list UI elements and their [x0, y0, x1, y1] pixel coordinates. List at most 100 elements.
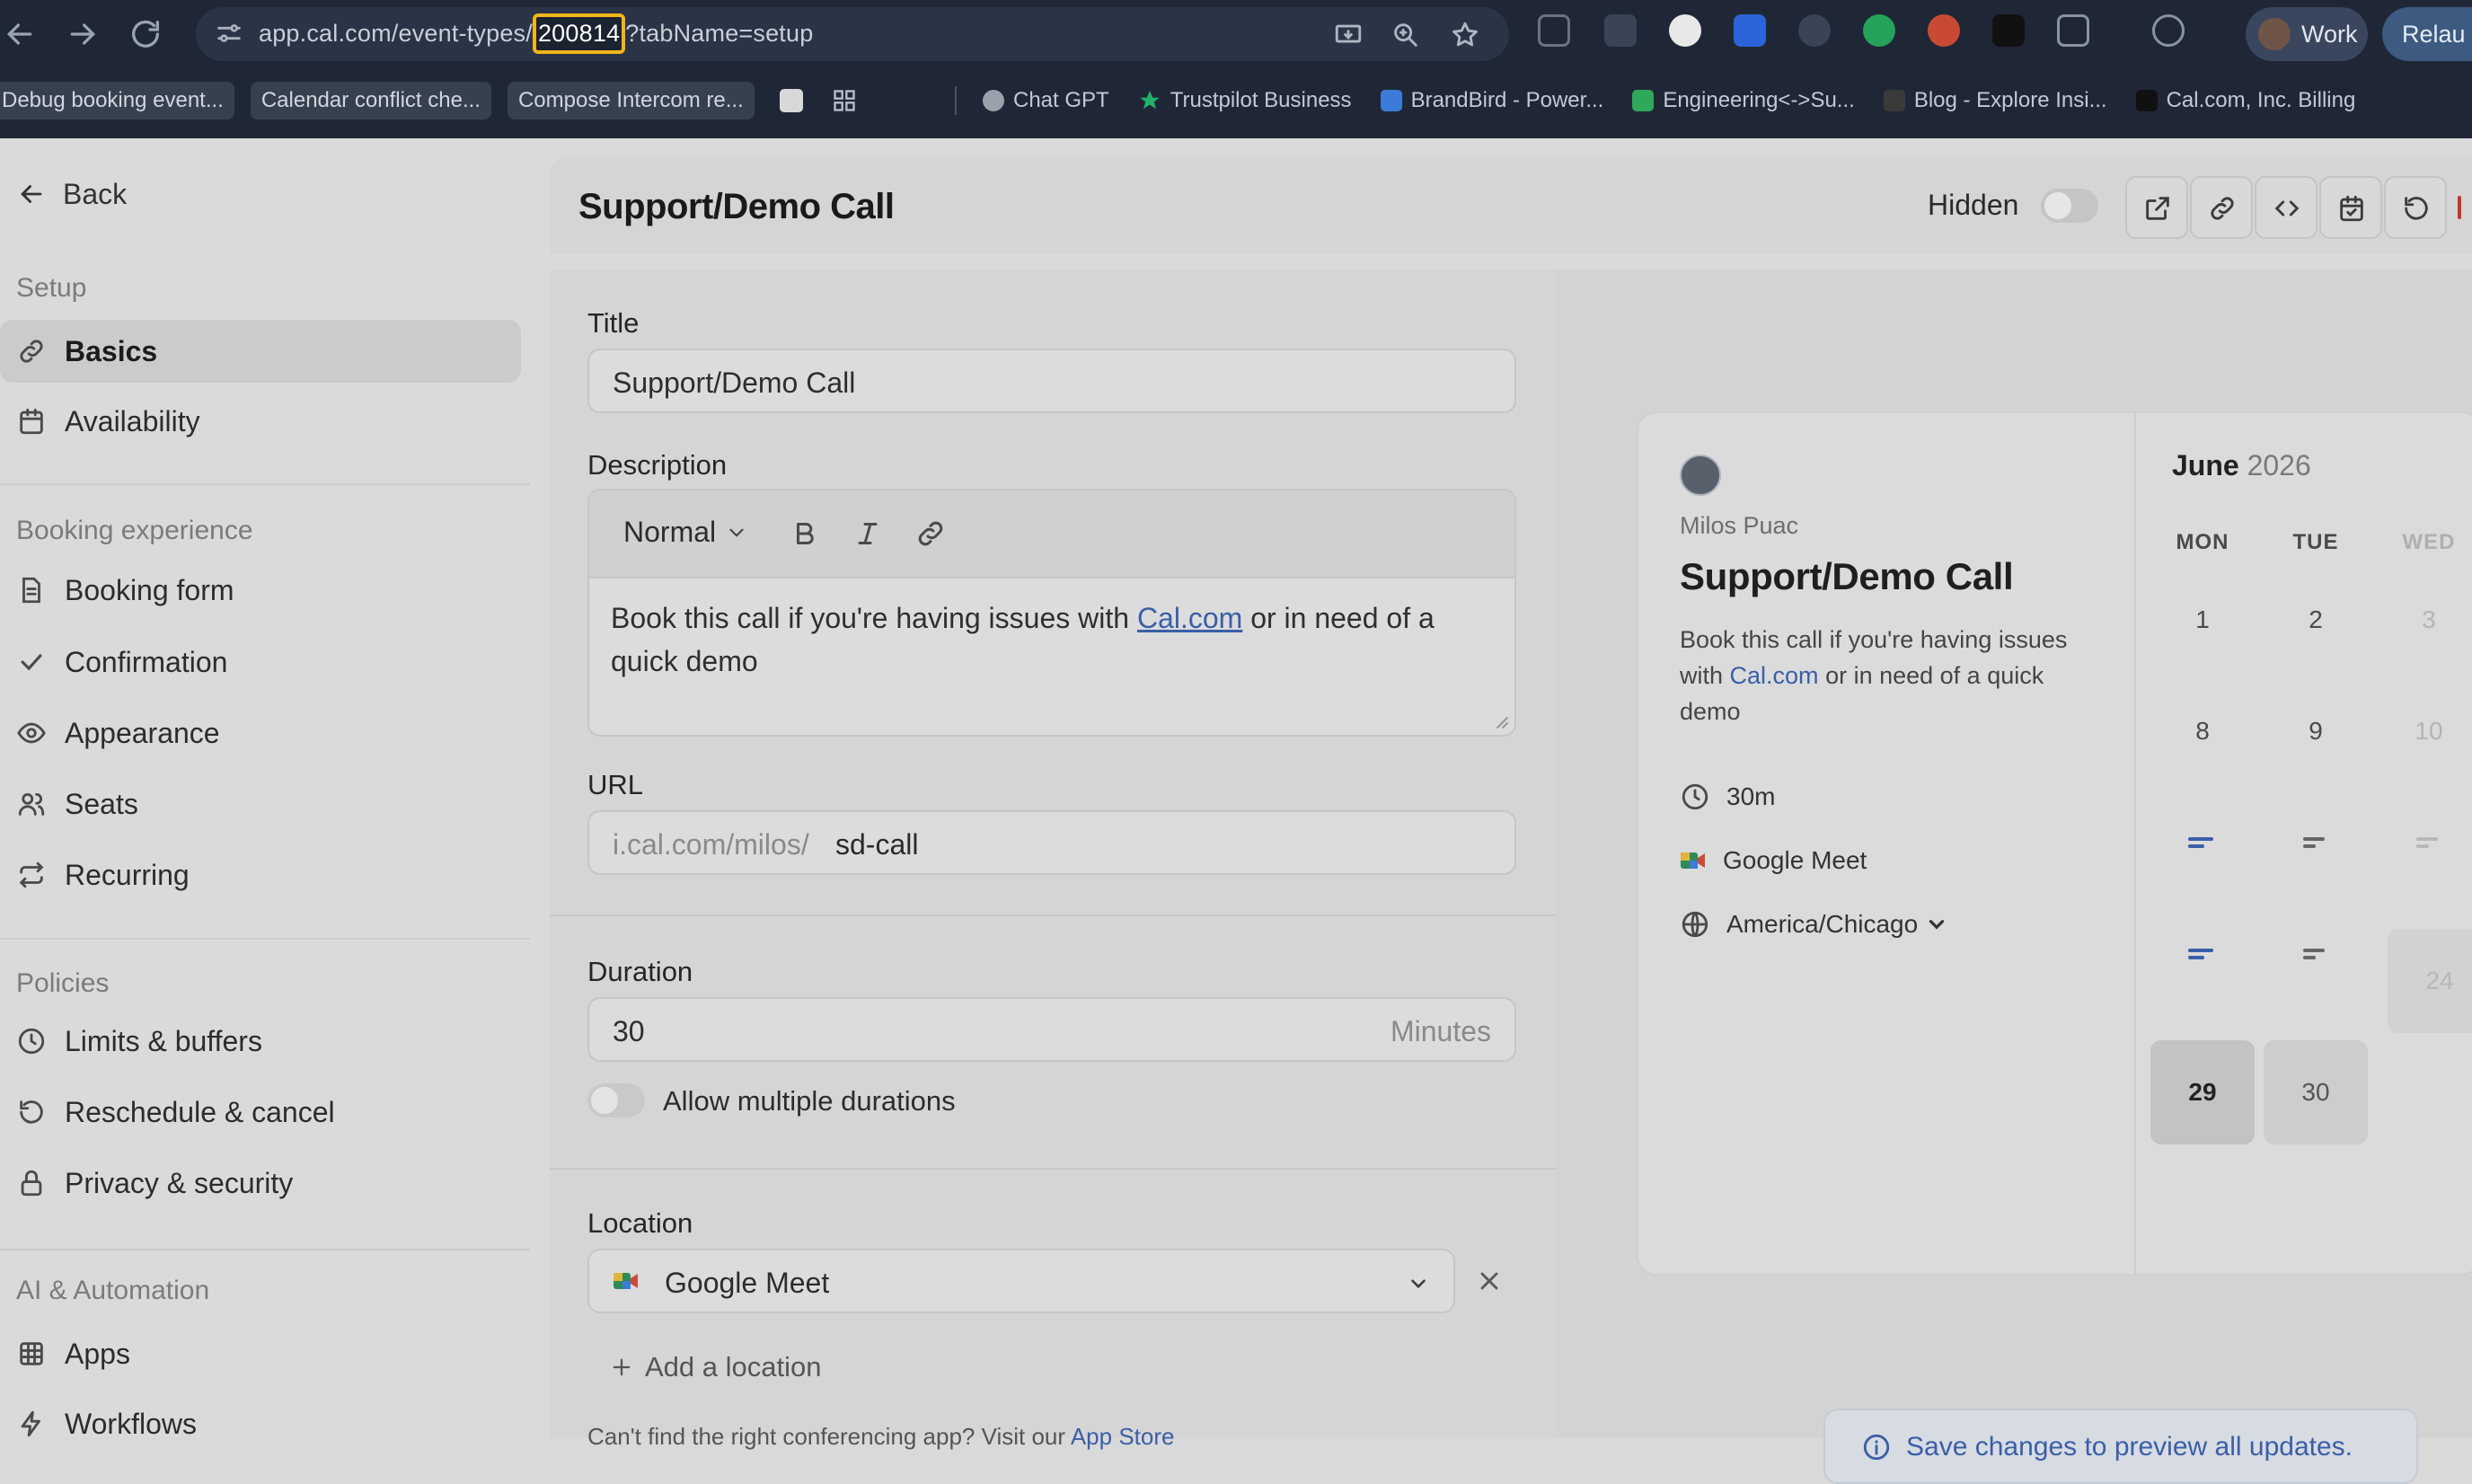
bookmark-item[interactable]: Blog - Explore Insi... [1914, 88, 2107, 113]
url-slug[interactable]: sd-call [835, 828, 918, 861]
calendar-day-selected[interactable]: 29 [2150, 1040, 2255, 1144]
chevron-down-icon [725, 521, 748, 544]
preview-description-link[interactable]: Cal.com [1730, 662, 1819, 689]
bookmarks-separator [955, 86, 957, 115]
add-location-button[interactable]: Add a location [609, 1351, 821, 1383]
calendar-day[interactable]: 8 [2150, 679, 2255, 783]
apps-grid-icon[interactable] [832, 88, 857, 113]
bookmark-item[interactable]: Trustpilot Business [1170, 88, 1352, 113]
url-input[interactable]: i.cal.com/milos/ sd-call [587, 810, 1516, 875]
title-input[interactable]: Support/Demo Call [587, 349, 1516, 413]
resize-handle-icon[interactable] [1493, 713, 1509, 729]
sidebar-item-availability[interactable]: Availability [0, 390, 521, 453]
bookmark-item[interactable]: Compose Intercom re... [507, 82, 755, 119]
calendar-day-loading[interactable] [2150, 902, 2255, 1006]
extension-screenshot-icon[interactable] [1538, 14, 1570, 47]
blog-icon [1883, 90, 1905, 111]
copy-link-button[interactable] [2190, 176, 2253, 239]
location-label: Location [587, 1207, 693, 1239]
sidebar-item-limits-buffers[interactable]: Limits & buffers [0, 1010, 521, 1073]
extensions-puzzle-icon[interactable] [2057, 14, 2089, 47]
app-store-link[interactable]: App Store [1071, 1423, 1175, 1450]
calendar-day[interactable]: 1 [2150, 568, 2255, 672]
sidebar-item-reschedule-cancel[interactable]: Reschedule & cancel [0, 1081, 521, 1144]
preview-button[interactable] [2125, 176, 2188, 239]
chatgpt-icon [983, 90, 1004, 111]
description-text[interactable]: Book this call if you're having issues w… [611, 596, 1491, 683]
extension-people-icon[interactable] [1604, 14, 1637, 47]
zoom-icon[interactable] [1390, 20, 1421, 50]
calendar-day-loading[interactable] [2264, 791, 2368, 895]
link-icon[interactable] [914, 517, 947, 550]
sidebar-item-basics[interactable]: Basics [0, 320, 521, 383]
arrow-left-icon [16, 179, 47, 209]
sidebar-item-privacy-security[interactable]: Privacy & security [0, 1152, 521, 1215]
zap-icon [16, 1409, 47, 1439]
extension-blue-icon[interactable] [1734, 14, 1766, 47]
reset-button[interactable] [2384, 176, 2447, 239]
back-button[interactable]: Back [16, 174, 127, 214]
remove-location-icon[interactable] [1475, 1267, 1504, 1295]
reload-icon[interactable] [128, 16, 163, 52]
sidebar-item-apps[interactable]: Apps [0, 1322, 521, 1385]
sidebar-item-seats[interactable]: Seats [0, 773, 521, 835]
extension-cal-icon[interactable] [1992, 14, 2025, 47]
multiple-durations-toggle[interactable] [587, 1083, 645, 1117]
bookmark-item[interactable]: Chat GPT [1013, 88, 1109, 113]
sidebar-item-recurring[interactable]: Recurring [0, 844, 521, 906]
calendar-settings-button[interactable] [2319, 176, 2382, 239]
forward-arrow-icon[interactable] [65, 16, 101, 52]
bold-icon[interactable] [789, 517, 821, 550]
extension-drive-icon[interactable] [1798, 14, 1831, 47]
calendar-day-loading[interactable] [2377, 791, 2472, 895]
calendar-day[interactable]: 3 [2377, 568, 2472, 672]
calendar-day[interactable]: 30 [2264, 1040, 2368, 1144]
timezone-select[interactable]: America/Chicago [1680, 909, 1948, 940]
relaunch-button[interactable]: Relau [2382, 7, 2472, 61]
calendar-day[interactable]: 2 [2264, 568, 2368, 672]
calendar-day-loading[interactable] [2150, 791, 2255, 895]
sidebar-item-workflows[interactable]: Workflows [0, 1392, 521, 1455]
bookmark-item[interactable]: BrandBird - Power... [1411, 88, 1604, 113]
location-select[interactable]: Google Meet [587, 1249, 1455, 1313]
calendar-day[interactable]: 24 [2388, 929, 2472, 1033]
back-arrow-icon[interactable] [2, 16, 38, 52]
description-label: Description [587, 449, 728, 481]
site-settings-icon[interactable] [214, 18, 244, 49]
extension-compass-icon[interactable] [1669, 14, 1701, 47]
bookmark-item[interactable]: Calendar conflict che... [250, 82, 491, 119]
location-value: Google Meet [665, 1267, 830, 1299]
sidebar-item-booking-form[interactable]: Booking form [0, 559, 521, 622]
sidebar-item-label: Workflows [65, 1407, 197, 1440]
url-prefix: i.cal.com/milos/ [613, 828, 809, 861]
calendar-day[interactable]: 10 [2377, 679, 2472, 783]
calendar-day-loading[interactable] [2264, 902, 2368, 1006]
text-format-select[interactable]: Normal [623, 516, 748, 549]
profile-button[interactable]: Work [2246, 7, 2368, 61]
address-bar[interactable]: app.cal.com/event-types/200814 ?tabName=s… [196, 7, 1509, 61]
sidebar-divider [0, 483, 530, 485]
delete-button-edge[interactable] [2458, 196, 2461, 219]
duration-label: Duration [587, 956, 693, 987]
bookmark-item[interactable]: Cal.com, Inc. Billing [2167, 88, 2356, 113]
duration-input[interactable]: 30 Minutes [587, 997, 1516, 1062]
screen-capture-icon[interactable] [2152, 14, 2185, 47]
italic-icon[interactable] [852, 517, 884, 550]
description-editor[interactable]: Normal Book this call if you're having i… [587, 489, 1516, 737]
calendar-day[interactable]: 9 [2264, 679, 2368, 783]
extension-grammarly-icon[interactable] [1863, 14, 1895, 47]
bookmark-item[interactable]: Engineering<->Su... [1663, 88, 1854, 113]
embed-button[interactable] [2255, 176, 2318, 239]
bookmark-star-icon[interactable] [1450, 20, 1480, 50]
duration-value: 30 [613, 1015, 645, 1047]
notion-icon[interactable] [779, 89, 803, 112]
bookmark-item[interactable]: Debug booking event... [0, 82, 234, 119]
extension-red-icon[interactable] [1928, 14, 1960, 47]
sidebar-divider [0, 938, 530, 940]
sidebar-item-appearance[interactable]: Appearance [0, 702, 521, 764]
bookmarks-bar: Debug booking event... Calendar conflict… [0, 81, 857, 120]
description-link[interactable]: Cal.com [1137, 602, 1242, 634]
install-app-icon[interactable] [1333, 20, 1364, 50]
sidebar-item-confirmation[interactable]: Confirmation [0, 631, 521, 693]
hidden-toggle[interactable] [2041, 189, 2098, 223]
